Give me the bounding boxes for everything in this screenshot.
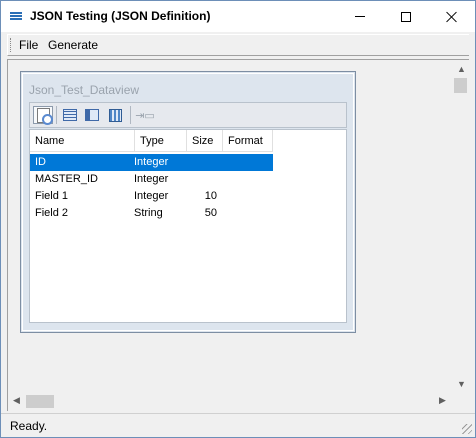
dataview-panel[interactable]: Json_Test_Dataview ⇥▭ Name Type Size For… <box>20 71 356 333</box>
window-title: JSON Testing (JSON Definition) <box>30 9 211 23</box>
cell-name: Field 1 <box>35 190 69 202</box>
column-header-size[interactable]: Size <box>187 130 223 152</box>
insert-button[interactable]: ⇥▭ <box>135 106 155 124</box>
grid-header: Name Type Size Format <box>30 130 273 152</box>
maximize-icon <box>401 11 411 22</box>
column-header-name[interactable]: Name <box>30 130 135 152</box>
menu-grip[interactable] <box>10 38 12 52</box>
menu-file[interactable]: File <box>19 38 38 52</box>
maximize-button[interactable] <box>383 1 429 32</box>
insert-icon: ⇥▭ <box>135 109 155 122</box>
dataview-title: Json_Test_Dataview <box>29 83 140 97</box>
cell-type: String <box>134 207 163 219</box>
minimize-button[interactable] <box>337 1 383 32</box>
toolbar-separator <box>56 106 57 124</box>
cell-type: Integer <box>134 156 169 168</box>
cell-name: ID <box>35 156 46 168</box>
menu-bar: File Generate <box>7 34 469 56</box>
cell-size: 50 <box>204 207 217 219</box>
column-header-type[interactable]: Type <box>135 130 187 152</box>
cell-name: Field 2 <box>35 207 69 219</box>
scroll-up-icon[interactable]: ▲ <box>457 64 466 74</box>
column-header-format[interactable]: Format <box>223 130 273 152</box>
table-row[interactable]: ID Integer <box>30 154 273 171</box>
client-area: Json_Test_Dataview ⇥▭ Name Type Size For… <box>7 59 469 411</box>
app-list-icon <box>10 12 22 21</box>
cell-size: 10 <box>204 190 217 202</box>
vertical-scroll-thumb[interactable] <box>454 78 467 93</box>
status-text: Ready. <box>10 419 48 433</box>
grid-columns-icon <box>85 109 99 121</box>
grid-view-button[interactable] <box>60 106 80 124</box>
vertical-scrollbar[interactable]: ▲ ▼ <box>452 61 469 393</box>
resize-grip-icon[interactable] <box>462 424 472 434</box>
menu-generate[interactable]: Generate <box>48 38 98 52</box>
inspect-button[interactable] <box>33 106 53 125</box>
grid-icon <box>63 109 77 121</box>
table-row[interactable]: MASTER_ID Integer <box>30 171 273 188</box>
inspect-icon <box>36 107 53 125</box>
toolbar-separator <box>130 106 131 124</box>
status-bar: Ready. <box>1 413 475 437</box>
cell-type: Integer <box>134 190 169 202</box>
close-button[interactable] <box>429 1 475 32</box>
table-row[interactable]: Field 1 Integer 10 <box>30 188 273 205</box>
horizontal-scroll-thumb[interactable] <box>26 395 54 408</box>
cell-type: Integer <box>134 173 169 185</box>
calculator-button[interactable] <box>105 106 125 124</box>
close-icon <box>446 11 458 23</box>
scrollbar-corner <box>452 393 469 410</box>
dataview-toolbar: ⇥▭ <box>29 102 347 128</box>
minimize-icon <box>355 16 365 17</box>
title-bar[interactable]: JSON Testing (JSON Definition) <box>1 1 475 32</box>
fields-grid[interactable]: Name Type Size Format ID Integer MASTER_… <box>29 129 347 323</box>
scroll-down-icon[interactable]: ▼ <box>457 379 466 389</box>
horizontal-scrollbar[interactable]: ◀ ▶ <box>9 393 452 410</box>
cell-name: MASTER_ID <box>35 173 98 185</box>
grid-columns-button[interactable] <box>82 106 102 124</box>
app-window: JSON Testing (JSON Definition) File Gene… <box>0 0 476 438</box>
calculator-icon <box>108 108 122 122</box>
scroll-left-icon[interactable]: ◀ <box>13 395 20 406</box>
table-row[interactable]: Field 2 String 50 <box>30 205 273 222</box>
scroll-right-icon[interactable]: ▶ <box>439 395 446 406</box>
